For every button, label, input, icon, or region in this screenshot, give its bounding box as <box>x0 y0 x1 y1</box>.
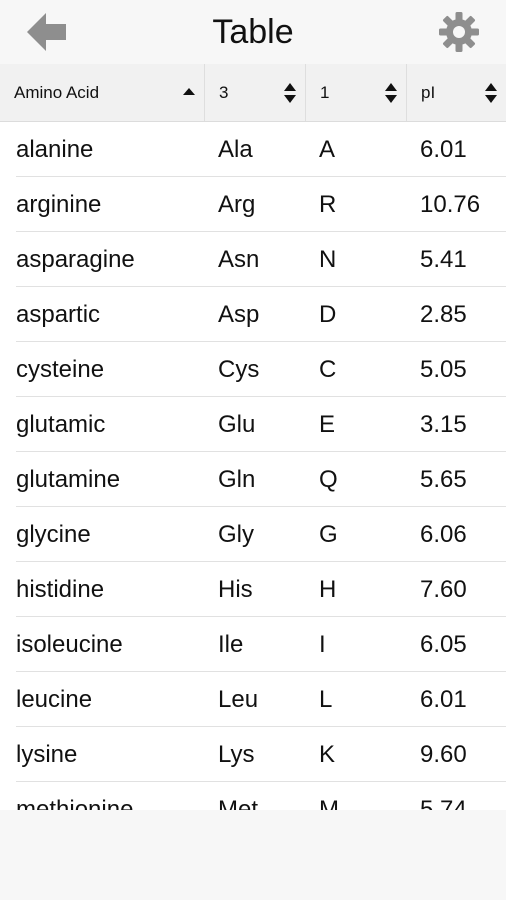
three-letter-code: Gln <box>218 465 256 493</box>
table-row[interactable]: glutamine Gln Q 5.65 <box>0 452 506 507</box>
isoelectric-point: 9.60 <box>420 740 467 768</box>
column-label: Amino Acid <box>14 82 100 102</box>
amino-acid-name: lysine <box>16 740 78 768</box>
one-letter-code: I <box>319 630 326 658</box>
one-letter-code: H <box>319 575 337 603</box>
isoelectric-point: 5.74 <box>420 795 467 811</box>
three-letter-code: Asp <box>218 300 260 328</box>
one-letter-code: E <box>319 410 336 438</box>
table-row[interactable]: glutamic Glu E 3.15 <box>0 397 506 452</box>
column-header-pi[interactable]: pI <box>406 64 506 121</box>
one-letter-code: Q <box>319 465 338 493</box>
three-letter-code: Cys <box>218 355 260 383</box>
gear-icon <box>439 12 479 52</box>
table-row[interactable]: methionine Met M 5.74 <box>0 782 506 811</box>
one-letter-code: L <box>319 685 333 713</box>
isoelectric-point: 6.06 <box>420 520 467 548</box>
table-row[interactable]: isoleucine Ile I 6.05 <box>0 617 506 672</box>
isoelectric-point: 3.15 <box>420 410 467 438</box>
app-screen: Table Amino Acid 3 1 pI alanine Ala A 6.… <box>0 0 506 900</box>
table-row[interactable]: glycine Gly G 6.06 <box>0 507 506 562</box>
settings-button[interactable] <box>436 9 482 55</box>
sort-both-icon <box>485 82 497 103</box>
table-row[interactable]: asparagine Asn N 5.41 <box>0 232 506 287</box>
one-letter-code: A <box>319 135 336 163</box>
amino-acid-name: arginine <box>16 190 102 218</box>
isoelectric-point: 6.01 <box>420 685 467 713</box>
one-letter-code: M <box>319 795 339 811</box>
three-letter-code: Met <box>218 795 259 811</box>
column-header-three-letter[interactable]: 3 <box>204 64 305 121</box>
column-label: 3 <box>219 82 229 102</box>
amino-acid-name: isoleucine <box>16 630 123 658</box>
three-letter-code: Ile <box>218 630 244 658</box>
isoelectric-point: 6.05 <box>420 630 467 658</box>
table-row[interactable]: histidine His H 7.60 <box>0 562 506 617</box>
three-letter-code: His <box>218 575 253 603</box>
three-letter-code: Arg <box>218 190 256 218</box>
three-letter-code: Gly <box>218 520 254 548</box>
nav-bar: Table <box>0 0 506 64</box>
amino-acid-name: asparagine <box>16 245 135 273</box>
one-letter-code: N <box>319 245 337 273</box>
amino-acid-name: methionine <box>16 795 134 811</box>
table-row[interactable]: lysine Lys K 9.60 <box>0 727 506 782</box>
three-letter-code: Ala <box>218 135 253 163</box>
amino-acid-name: leucine <box>16 685 93 713</box>
amino-acid-name: glutamine <box>16 465 121 493</box>
amino-acid-name: glutamic <box>16 410 106 438</box>
page-title: Table <box>212 13 294 51</box>
table-header: Amino Acid 3 1 pI <box>0 64 506 122</box>
one-letter-code: G <box>319 520 338 548</box>
amino-acid-name: glycine <box>16 520 91 548</box>
sort-both-icon <box>385 82 397 103</box>
isoelectric-point: 5.41 <box>420 245 467 273</box>
column-header-one-letter[interactable]: 1 <box>305 64 406 121</box>
amino-acid-name: cysteine <box>16 355 105 383</box>
isoelectric-point: 7.60 <box>420 575 467 603</box>
table-body[interactable]: alanine Ala A 6.01 arginine Arg R 10.76 … <box>0 122 506 810</box>
isoelectric-point: 5.65 <box>420 465 467 493</box>
table-row[interactable]: cysteine Cys C 5.05 <box>0 342 506 397</box>
isoelectric-point: 6.01 <box>420 135 467 163</box>
bottom-bar <box>0 810 506 900</box>
table-row[interactable]: arginine Arg R 10.76 <box>0 177 506 232</box>
one-letter-code: K <box>319 740 336 768</box>
table-row[interactable]: leucine Leu L 6.01 <box>0 672 506 727</box>
three-letter-code: Lys <box>218 740 255 768</box>
one-letter-code: R <box>319 190 337 218</box>
table-row[interactable]: alanine Ala A 6.01 <box>0 122 506 177</box>
amino-acid-name: histidine <box>16 575 105 603</box>
isoelectric-point: 5.05 <box>420 355 467 383</box>
sort-both-icon <box>284 82 296 103</box>
column-label: 1 <box>320 82 330 102</box>
amino-acid-name: alanine <box>16 135 94 163</box>
table-row[interactable]: aspartic Asp D 2.85 <box>0 287 506 342</box>
isoelectric-point: 2.85 <box>420 300 467 328</box>
isoelectric-point: 10.76 <box>420 190 481 218</box>
sort-ascending-icon <box>183 87 195 95</box>
three-letter-code: Leu <box>218 685 259 713</box>
amino-acid-name: aspartic <box>16 300 101 328</box>
three-letter-code: Asn <box>218 245 260 273</box>
one-letter-code: D <box>319 300 337 328</box>
column-header-amino-acid[interactable]: Amino Acid <box>0 64 204 121</box>
column-label: pI <box>421 82 436 102</box>
three-letter-code: Glu <box>218 410 256 438</box>
one-letter-code: C <box>319 355 337 383</box>
